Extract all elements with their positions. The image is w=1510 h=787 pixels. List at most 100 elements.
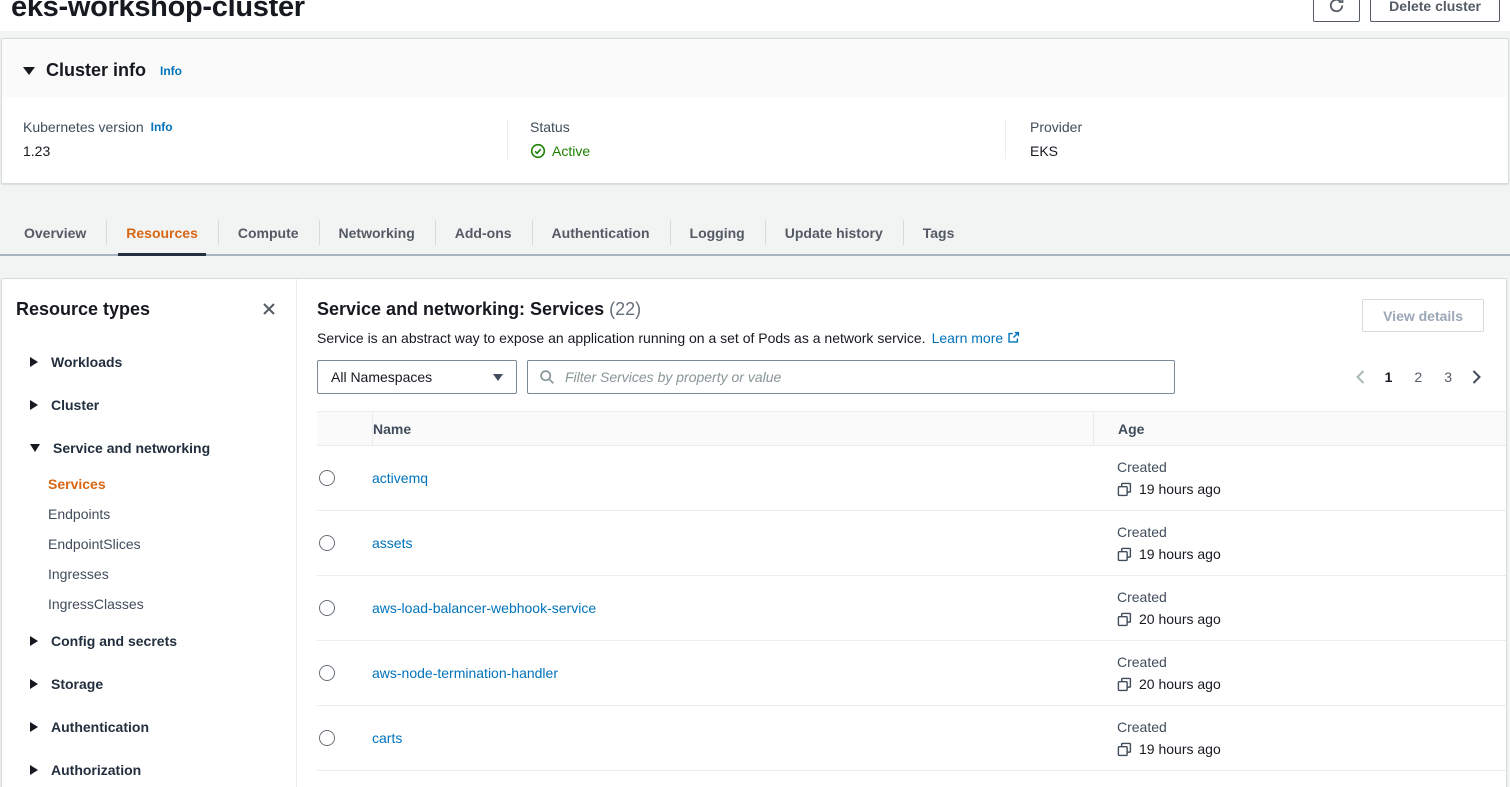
page-title: eks-workshop-cluster [11, 0, 305, 24]
tab-overview[interactable]: Overview [4, 211, 106, 254]
sidebar-group-storage[interactable]: Storage [2, 662, 296, 705]
caret-right-icon [30, 679, 38, 689]
sidebar-group-service-and-networking[interactable]: Service and networking [2, 426, 296, 469]
delete-cluster-button[interactable]: Delete cluster [1370, 0, 1500, 22]
search-input[interactable] [563, 368, 1163, 386]
tab-label: Compute [238, 225, 299, 241]
sidebar-item-services[interactable]: Services [2, 469, 296, 499]
row-radio-button[interactable] [319, 535, 335, 551]
next-page-button[interactable] [1469, 369, 1484, 385]
sidebar-item-ingresses[interactable]: Ingresses [2, 559, 296, 589]
row-radio-button[interactable] [319, 600, 335, 616]
row-radio-button[interactable] [319, 470, 335, 486]
age-value: 20 hours ago [1139, 676, 1221, 692]
sidebar-item-ingressclasses[interactable]: IngressClasses [2, 589, 296, 619]
sidebar-group-authentication[interactable]: Authentication [2, 705, 296, 748]
copy-icon[interactable] [1117, 612, 1132, 627]
name-cell: activemq [372, 470, 1093, 486]
cluster-info-info-link[interactable]: Info [160, 64, 182, 78]
services-count: (22) [609, 299, 641, 319]
copy-icon[interactable] [1117, 547, 1132, 562]
services-table-body: activemqCreated19 hours agoassetsCreated… [317, 446, 1506, 787]
tab-update-history[interactable]: Update history [765, 211, 903, 254]
row-radio-button[interactable] [319, 665, 335, 681]
age-cell: Created19 hours ago [1093, 719, 1506, 757]
tab-resources[interactable]: Resources [106, 211, 218, 254]
table-row: activemqCreated19 hours ago [317, 446, 1506, 511]
age-cell: Created19 hours ago [1093, 524, 1506, 562]
collapse-section-icon[interactable] [23, 67, 35, 75]
sidebar-item-label: Endpoints [48, 506, 110, 522]
tab-label: Networking [339, 225, 415, 241]
row-select-cell [317, 665, 372, 681]
table-row: carts Created19 hours ago [317, 706, 1506, 771]
sidebar-item-label: EndpointSlices [48, 536, 141, 552]
resource-tree: Workloads Cluster Service and networkingSe… [2, 340, 296, 787]
sidebar-group-label: Cluster [51, 397, 99, 413]
sidebar-item-label: IngressClasses [48, 596, 144, 612]
view-details-button[interactable]: View details [1362, 299, 1484, 332]
sidebar-group-label: Config and secrets [51, 633, 177, 649]
tab-authentication[interactable]: Authentication [532, 211, 670, 254]
tab-label: Tags [923, 225, 955, 241]
page: eks-workshop-cluster Delete cluster Clus… [0, 0, 1510, 787]
tab-add-ons[interactable]: Add-ons [435, 211, 532, 254]
sidebar-group-config-and-secrets[interactable]: Config and secrets [2, 619, 296, 662]
page-number-1[interactable]: 1 [1378, 369, 1400, 385]
dropdown-caret-icon [493, 374, 503, 381]
tab-label: Logging [690, 225, 745, 241]
age-cell: Created20 hours ago [1093, 589, 1506, 627]
age-value: 20 hours ago [1139, 611, 1221, 627]
page-header: eks-workshop-cluster Delete cluster [0, 0, 1510, 31]
page-number-2[interactable]: 2 [1407, 369, 1429, 385]
name-cell: aws-node-termination-handler [372, 665, 1093, 681]
service-link[interactable]: assets [372, 535, 412, 551]
tab-compute[interactable]: Compute [218, 211, 319, 254]
services-search [527, 360, 1175, 394]
tab-logging[interactable]: Logging [670, 211, 765, 254]
kubernetes-version-info-link[interactable]: Info [151, 120, 173, 134]
row-radio-button[interactable] [319, 730, 335, 746]
chevron-right-icon [1471, 369, 1482, 385]
sidebar-item-endpoints[interactable]: Endpoints [2, 499, 296, 529]
cluster-info-card: Cluster info Info Kubernetes version Inf… [1, 38, 1509, 184]
learn-more-label: Learn more [932, 330, 1004, 346]
previous-page-button[interactable] [1353, 369, 1368, 385]
sidebar-group-cluster[interactable]: Cluster [2, 383, 296, 426]
tab-tags[interactable]: Tags [903, 211, 975, 254]
copy-icon[interactable] [1117, 742, 1132, 757]
cluster-info-header: Cluster info Info [2, 39, 1508, 97]
sidebar-item-endpointslices[interactable]: EndpointSlices [2, 529, 296, 559]
content-panel: Resource types WorkloadsClusterService a… [1, 278, 1507, 787]
table-header-row: Name Age [317, 411, 1506, 446]
caret-right-icon [30, 357, 38, 367]
tab-label: Update history [785, 225, 883, 241]
service-link[interactable]: aws-load-balancer-webhook-service [372, 600, 596, 616]
service-link[interactable]: carts [372, 730, 402, 746]
sidebar-group-authorization[interactable]: Authorization [2, 748, 296, 787]
learn-more-link[interactable]: Learn more [932, 330, 1020, 346]
refresh-button[interactable] [1313, 0, 1360, 22]
chevron-left-icon [1355, 369, 1366, 385]
field-value: EKS [1030, 143, 1508, 159]
status-active-icon [530, 143, 546, 159]
close-sidebar-button[interactable] [258, 298, 280, 320]
name-cell: aws-load-balancer-webhook-service [372, 600, 1093, 616]
header-actions: Delete cluster [1313, 0, 1500, 22]
field-value: 1.23 [23, 143, 507, 159]
description-text: Service is an abstract way to expose an … [317, 330, 926, 346]
tab-networking[interactable]: Networking [319, 211, 435, 254]
copy-icon[interactable] [1117, 482, 1132, 497]
name-column-header: Name [372, 412, 1093, 445]
caret-right-icon [30, 765, 38, 775]
service-link[interactable]: aws-node-termination-handler [372, 665, 558, 681]
namespace-select[interactable]: All Namespaces [317, 360, 517, 394]
age-cell: Created20 hours ago [1093, 654, 1506, 692]
sidebar-group-workloads[interactable]: Workloads [2, 340, 296, 383]
cluster-info-title: Cluster info [46, 60, 146, 81]
service-link[interactable]: activemq [372, 470, 428, 486]
page-number-3[interactable]: 3 [1437, 369, 1459, 385]
age-value: 19 hours ago [1139, 481, 1221, 497]
panel-title: Service and networking: Services (22) [317, 299, 1020, 320]
copy-icon[interactable] [1117, 677, 1132, 692]
